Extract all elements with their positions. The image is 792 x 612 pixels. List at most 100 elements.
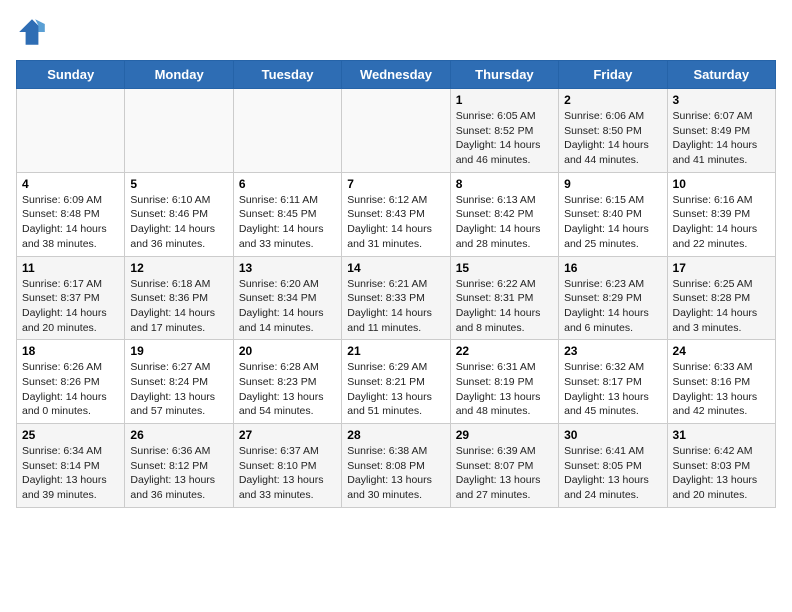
day-info: Sunrise: 6:10 AM Sunset: 8:46 PM Dayligh… xyxy=(130,193,227,252)
day-number: 3 xyxy=(673,93,770,107)
day-number: 13 xyxy=(239,261,336,275)
day-number: 8 xyxy=(456,177,553,191)
calendar-cell: 4 Sunrise: 6:09 AM Sunset: 8:48 PM Daylig… xyxy=(17,172,125,256)
calendar-cell: 22 Sunrise: 6:31 AM Sunset: 8:19 PM Dayli… xyxy=(450,340,558,424)
calendar-cell: 11 Sunrise: 6:17 AM Sunset: 8:37 PM Dayli… xyxy=(17,256,125,340)
weekday-header-thursday: Thursday xyxy=(450,61,558,89)
day-number: 18 xyxy=(22,344,119,358)
calendar-cell: 5 Sunrise: 6:10 AM Sunset: 8:46 PM Daylig… xyxy=(125,172,233,256)
day-info: Sunrise: 6:07 AM Sunset: 8:49 PM Dayligh… xyxy=(673,109,770,168)
day-number: 10 xyxy=(673,177,770,191)
day-number: 20 xyxy=(239,344,336,358)
day-number: 14 xyxy=(347,261,444,275)
week-row-3: 11 Sunrise: 6:17 AM Sunset: 8:37 PM Dayli… xyxy=(17,256,776,340)
day-info: Sunrise: 6:15 AM Sunset: 8:40 PM Dayligh… xyxy=(564,193,661,252)
day-number: 17 xyxy=(673,261,770,275)
day-number: 22 xyxy=(456,344,553,358)
day-number: 7 xyxy=(347,177,444,191)
calendar-cell: 6 Sunrise: 6:11 AM Sunset: 8:45 PM Daylig… xyxy=(233,172,341,256)
day-number: 5 xyxy=(130,177,227,191)
day-info: Sunrise: 6:18 AM Sunset: 8:36 PM Dayligh… xyxy=(130,277,227,336)
calendar-cell: 21 Sunrise: 6:29 AM Sunset: 8:21 PM Dayli… xyxy=(342,340,450,424)
day-number: 27 xyxy=(239,428,336,442)
calendar-cell: 7 Sunrise: 6:12 AM Sunset: 8:43 PM Daylig… xyxy=(342,172,450,256)
day-info: Sunrise: 6:42 AM Sunset: 8:03 PM Dayligh… xyxy=(673,444,770,503)
day-info: Sunrise: 6:41 AM Sunset: 8:05 PM Dayligh… xyxy=(564,444,661,503)
day-number: 28 xyxy=(347,428,444,442)
page-header xyxy=(16,16,776,48)
calendar-cell xyxy=(125,89,233,173)
calendar-cell: 3 Sunrise: 6:07 AM Sunset: 8:49 PM Daylig… xyxy=(667,89,775,173)
weekday-header-row: SundayMondayTuesdayWednesdayThursdayFrid… xyxy=(17,61,776,89)
calendar-cell: 1 Sunrise: 6:05 AM Sunset: 8:52 PM Daylig… xyxy=(450,89,558,173)
calendar-cell: 18 Sunrise: 6:26 AM Sunset: 8:26 PM Dayli… xyxy=(17,340,125,424)
calendar-cell: 9 Sunrise: 6:15 AM Sunset: 8:40 PM Daylig… xyxy=(559,172,667,256)
calendar-cell: 16Sunrise: 6:23 AM Sunset: 8:29 PM Dayli… xyxy=(559,256,667,340)
day-info: Sunrise: 6:32 AM Sunset: 8:17 PM Dayligh… xyxy=(564,360,661,419)
day-info: Sunrise: 6:31 AM Sunset: 8:19 PM Dayligh… xyxy=(456,360,553,419)
calendar-cell: 26Sunrise: 6:36 AM Sunset: 8:12 PM Dayli… xyxy=(125,424,233,508)
day-info: Sunrise: 6:34 AM Sunset: 8:14 PM Dayligh… xyxy=(22,444,119,503)
day-number: 23 xyxy=(564,344,661,358)
day-info: Sunrise: 6:09 AM Sunset: 8:48 PM Dayligh… xyxy=(22,193,119,252)
day-info: Sunrise: 6:26 AM Sunset: 8:26 PM Dayligh… xyxy=(22,360,119,419)
day-info: Sunrise: 6:13 AM Sunset: 8:42 PM Dayligh… xyxy=(456,193,553,252)
day-info: Sunrise: 6:36 AM Sunset: 8:12 PM Dayligh… xyxy=(130,444,227,503)
day-info: Sunrise: 6:25 AM Sunset: 8:28 PM Dayligh… xyxy=(673,277,770,336)
day-info: Sunrise: 6:05 AM Sunset: 8:52 PM Dayligh… xyxy=(456,109,553,168)
day-info: Sunrise: 6:22 AM Sunset: 8:31 PM Dayligh… xyxy=(456,277,553,336)
week-row-4: 18 Sunrise: 6:26 AM Sunset: 8:26 PM Dayli… xyxy=(17,340,776,424)
day-info: Sunrise: 6:11 AM Sunset: 8:45 PM Dayligh… xyxy=(239,193,336,252)
calendar-cell: 10 Sunrise: 6:16 AM Sunset: 8:39 PM Dayli… xyxy=(667,172,775,256)
calendar-cell: 24Sunrise: 6:33 AM Sunset: 8:16 PM Dayli… xyxy=(667,340,775,424)
day-number: 6 xyxy=(239,177,336,191)
day-info: Sunrise: 6:29 AM Sunset: 8:21 PM Dayligh… xyxy=(347,360,444,419)
weekday-header-wednesday: Wednesday xyxy=(342,61,450,89)
day-info: Sunrise: 6:27 AM Sunset: 8:24 PM Dayligh… xyxy=(130,360,227,419)
weekday-header-tuesday: Tuesday xyxy=(233,61,341,89)
day-info: Sunrise: 6:12 AM Sunset: 8:43 PM Dayligh… xyxy=(347,193,444,252)
calendar-cell: 31 Sunrise: 6:42 AM Sunset: 8:03 PM Dayli… xyxy=(667,424,775,508)
calendar-cell: 30 Sunrise: 6:41 AM Sunset: 8:05 PM Dayli… xyxy=(559,424,667,508)
day-info: Sunrise: 6:17 AM Sunset: 8:37 PM Dayligh… xyxy=(22,277,119,336)
calendar-cell: 25 Sunrise: 6:34 AM Sunset: 8:14 PM Dayli… xyxy=(17,424,125,508)
day-number: 1 xyxy=(456,93,553,107)
calendar-cell: 19Sunrise: 6:27 AM Sunset: 8:24 PM Dayli… xyxy=(125,340,233,424)
day-number: 24 xyxy=(673,344,770,358)
calendar-cell: 14 Sunrise: 6:21 AM Sunset: 8:33 PM Dayli… xyxy=(342,256,450,340)
day-number: 4 xyxy=(22,177,119,191)
calendar-table: SundayMondayTuesdayWednesdayThursdayFrid… xyxy=(16,60,776,508)
calendar-cell: 15Sunrise: 6:22 AM Sunset: 8:31 PM Dayli… xyxy=(450,256,558,340)
day-info: Sunrise: 6:21 AM Sunset: 8:33 PM Dayligh… xyxy=(347,277,444,336)
day-number: 11 xyxy=(22,261,119,275)
calendar-cell xyxy=(17,89,125,173)
calendar-cell: 20 Sunrise: 6:28 AM Sunset: 8:23 PM Dayli… xyxy=(233,340,341,424)
weekday-header-sunday: Sunday xyxy=(17,61,125,89)
day-info: Sunrise: 6:28 AM Sunset: 8:23 PM Dayligh… xyxy=(239,360,336,419)
day-info: Sunrise: 6:16 AM Sunset: 8:39 PM Dayligh… xyxy=(673,193,770,252)
day-info: Sunrise: 6:39 AM Sunset: 8:07 PM Dayligh… xyxy=(456,444,553,503)
day-info: Sunrise: 6:20 AM Sunset: 8:34 PM Dayligh… xyxy=(239,277,336,336)
day-number: 30 xyxy=(564,428,661,442)
day-number: 9 xyxy=(564,177,661,191)
week-row-1: 1 Sunrise: 6:05 AM Sunset: 8:52 PM Daylig… xyxy=(17,89,776,173)
day-info: Sunrise: 6:38 AM Sunset: 8:08 PM Dayligh… xyxy=(347,444,444,503)
calendar-cell xyxy=(233,89,341,173)
calendar-cell: 23 Sunrise: 6:32 AM Sunset: 8:17 PM Dayli… xyxy=(559,340,667,424)
day-number: 31 xyxy=(673,428,770,442)
weekday-header-friday: Friday xyxy=(559,61,667,89)
calendar-cell: 13 Sunrise: 6:20 AM Sunset: 8:34 PM Dayli… xyxy=(233,256,341,340)
day-number: 21 xyxy=(347,344,444,358)
calendar-cell xyxy=(342,89,450,173)
day-number: 29 xyxy=(456,428,553,442)
calendar-cell: 27Sunrise: 6:37 AM Sunset: 8:10 PM Dayli… xyxy=(233,424,341,508)
calendar-cell: 8 Sunrise: 6:13 AM Sunset: 8:42 PM Daylig… xyxy=(450,172,558,256)
weekday-header-monday: Monday xyxy=(125,61,233,89)
weekday-header-saturday: Saturday xyxy=(667,61,775,89)
logo xyxy=(16,16,52,48)
calendar-cell: 12Sunrise: 6:18 AM Sunset: 8:36 PM Dayli… xyxy=(125,256,233,340)
day-number: 25 xyxy=(22,428,119,442)
logo-icon xyxy=(16,16,48,48)
day-number: 16 xyxy=(564,261,661,275)
day-number: 2 xyxy=(564,93,661,107)
